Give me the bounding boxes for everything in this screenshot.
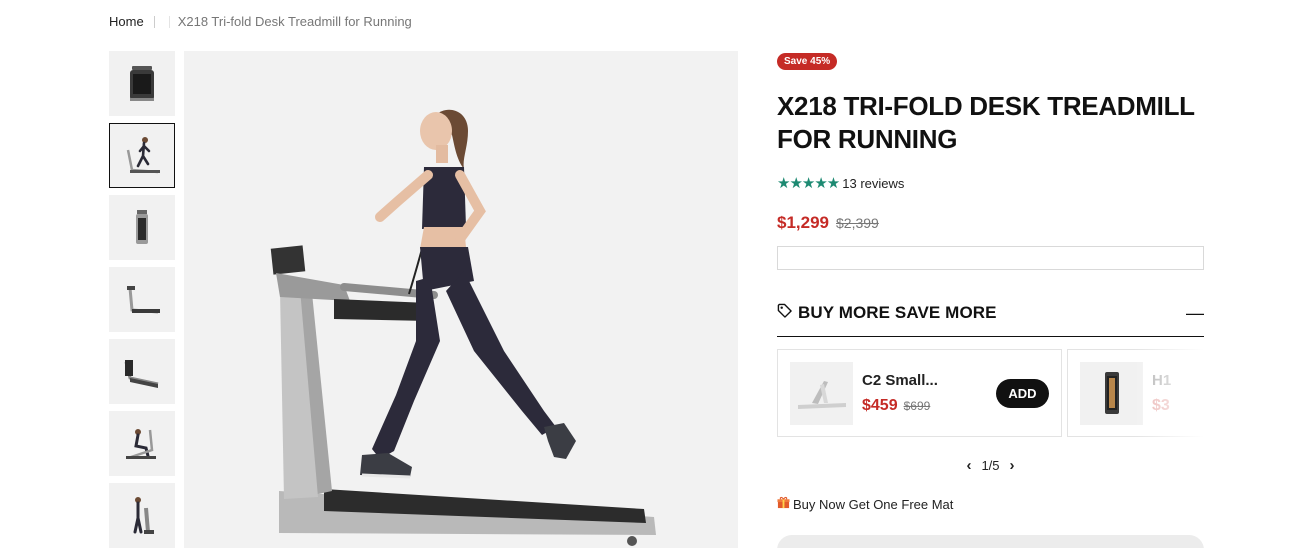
star-rating-icon: ★★★★★ — [777, 175, 840, 192]
gift-icon — [777, 496, 790, 512]
main-product-image[interactable] — [184, 51, 738, 548]
chevron-right-icon[interactable]: › — [1000, 457, 1025, 474]
bundle-product-price: $459 — [862, 396, 898, 414]
sale-price: $1,299 — [777, 213, 829, 232]
compare-price: $2,399 — [836, 215, 879, 231]
treadmill-angled-icon — [124, 359, 159, 388]
treadmill-side-icon — [127, 285, 160, 313]
add-to-cart-button[interactable] — [777, 535, 1204, 548]
minus-icon[interactable]: — — [1186, 304, 1204, 322]
thumbnail-5[interactable] — [109, 339, 175, 404]
thumbnail-3[interactable] — [109, 195, 175, 260]
bundle-title: BUY MORE SAVE MORE — [798, 303, 997, 322]
thumbnail-4[interactable] — [109, 267, 175, 332]
tag-icon — [777, 303, 792, 323]
bundle-section-header[interactable]: BUY MORE SAVE MORE — — [777, 303, 1204, 337]
review-count-link[interactable]: 13 reviews — [842, 176, 904, 191]
bundle-product-name[interactable]: C2 Small... — [862, 372, 938, 389]
carousel-fade — [1134, 349, 1204, 437]
breadcrumb-home-link[interactable]: Home — [109, 14, 144, 29]
variant-placeholder-box — [777, 246, 1204, 270]
thumbnail-gallery — [109, 51, 175, 548]
treadmill-folded-front-icon — [130, 65, 154, 101]
breadcrumb: Home X218 Tri-fold Desk Treadmill for Ru… — [109, 14, 412, 29]
woman-sitting-treadmill-icon — [126, 428, 156, 459]
price-block: $1,299 $2,399 — [777, 213, 1204, 233]
treadmill-runner-image — [270, 109, 656, 546]
rating[interactable]: ★★★★★ 13 reviews — [777, 174, 1204, 192]
promo-line: Buy Now Get One Free Mat — [777, 496, 1204, 512]
promo-text: Buy Now Get One Free Mat — [793, 496, 954, 512]
thumbnail-7[interactable] — [109, 483, 175, 548]
breadcrumb-current: X218 Tri-fold Desk Treadmill for Running — [177, 14, 412, 29]
woman-running-icon — [126, 136, 160, 173]
thumbnail-6[interactable] — [109, 411, 175, 476]
folding-treadmill-icon — [797, 381, 846, 409]
treadmill-upright-icon — [136, 209, 148, 244]
product-info: Save 45% X218 TRI-FOLD DESK TREADMILL FO… — [777, 51, 1204, 512]
bundle-card: C2 Small... $459 $699 ADD — [777, 349, 1062, 437]
pager-count: 1/5 — [981, 458, 1000, 473]
bundle-product-compare-price: $699 — [903, 398, 931, 413]
chevron-left-icon[interactable]: ‹ — [956, 457, 981, 474]
breadcrumb-divider — [153, 15, 155, 28]
carousel-pager: ‹ 1/5 › — [777, 457, 1204, 474]
walking-pad-icon — [1104, 372, 1119, 414]
product-title: X218 TRI-FOLD DESK TREADMILL FOR RUNNING — [777, 91, 1195, 154]
product-thumbnail[interactable] — [790, 361, 853, 425]
thumbnail-2[interactable] — [109, 123, 175, 188]
breadcrumb-divider — [168, 15, 170, 28]
save-badge: Save 45% — [777, 53, 838, 70]
add-button[interactable]: ADD — [996, 379, 1049, 408]
bundle-carousel: C2 Small... $459 $699 ADD H1 $3 — [777, 349, 1204, 437]
woman-standing-treadmill-icon — [133, 496, 154, 534]
thumbnail-1[interactable] — [109, 51, 175, 116]
